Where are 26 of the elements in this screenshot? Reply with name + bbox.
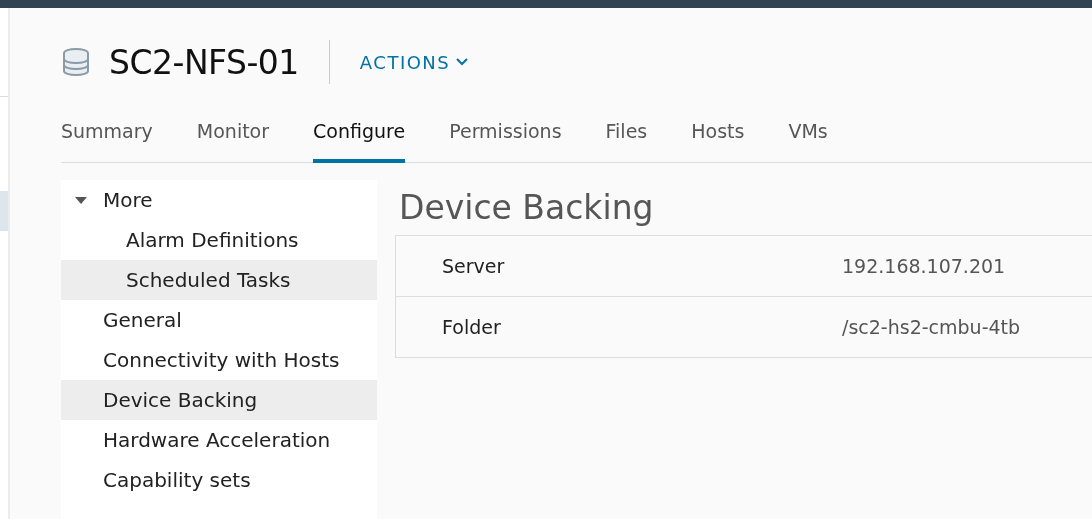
sidebar-item[interactable]: Device Backing xyxy=(61,380,377,420)
tab[interactable]: Configure xyxy=(313,102,406,163)
tab[interactable]: Permissions xyxy=(449,102,562,163)
property-label: Folder xyxy=(441,316,502,338)
sidebar-item[interactable]: Alarm Definitions xyxy=(61,220,377,260)
property-value: 192.168.107.201 xyxy=(842,255,1006,277)
sidebar-item[interactable]: General xyxy=(61,300,377,340)
sidebar-group-row[interactable]: More xyxy=(61,180,377,220)
sidebar-item[interactable]: Connectivity with Hosts xyxy=(61,340,377,380)
sidebar-item[interactable]: Hardware Acceleration xyxy=(61,420,377,460)
tab[interactable]: Hosts xyxy=(691,102,745,163)
tab[interactable]: Monitor xyxy=(196,102,270,163)
sidebar-item[interactable]: Scheduled Tasks xyxy=(61,260,377,300)
tab[interactable]: VMs xyxy=(788,102,828,163)
property-value: /sc2-hs2-cmbu-4tb xyxy=(842,316,1021,338)
tab[interactable]: Files xyxy=(605,102,648,163)
database-icon xyxy=(61,47,91,77)
sidebar-item[interactable]: Capability sets xyxy=(61,460,377,500)
property-label: Server xyxy=(441,255,506,277)
section-heading: Device Backing xyxy=(399,188,655,227)
caret-icon[interactable] xyxy=(73,195,89,205)
sidebar-group-label: More xyxy=(103,188,153,212)
datastore-title: SC2-NFS-01 xyxy=(109,42,299,82)
chevron-down-icon xyxy=(456,58,469,66)
tab[interactable]: Summary xyxy=(61,102,153,163)
actions-menu-button[interactable]: ACTIONS xyxy=(359,51,469,73)
